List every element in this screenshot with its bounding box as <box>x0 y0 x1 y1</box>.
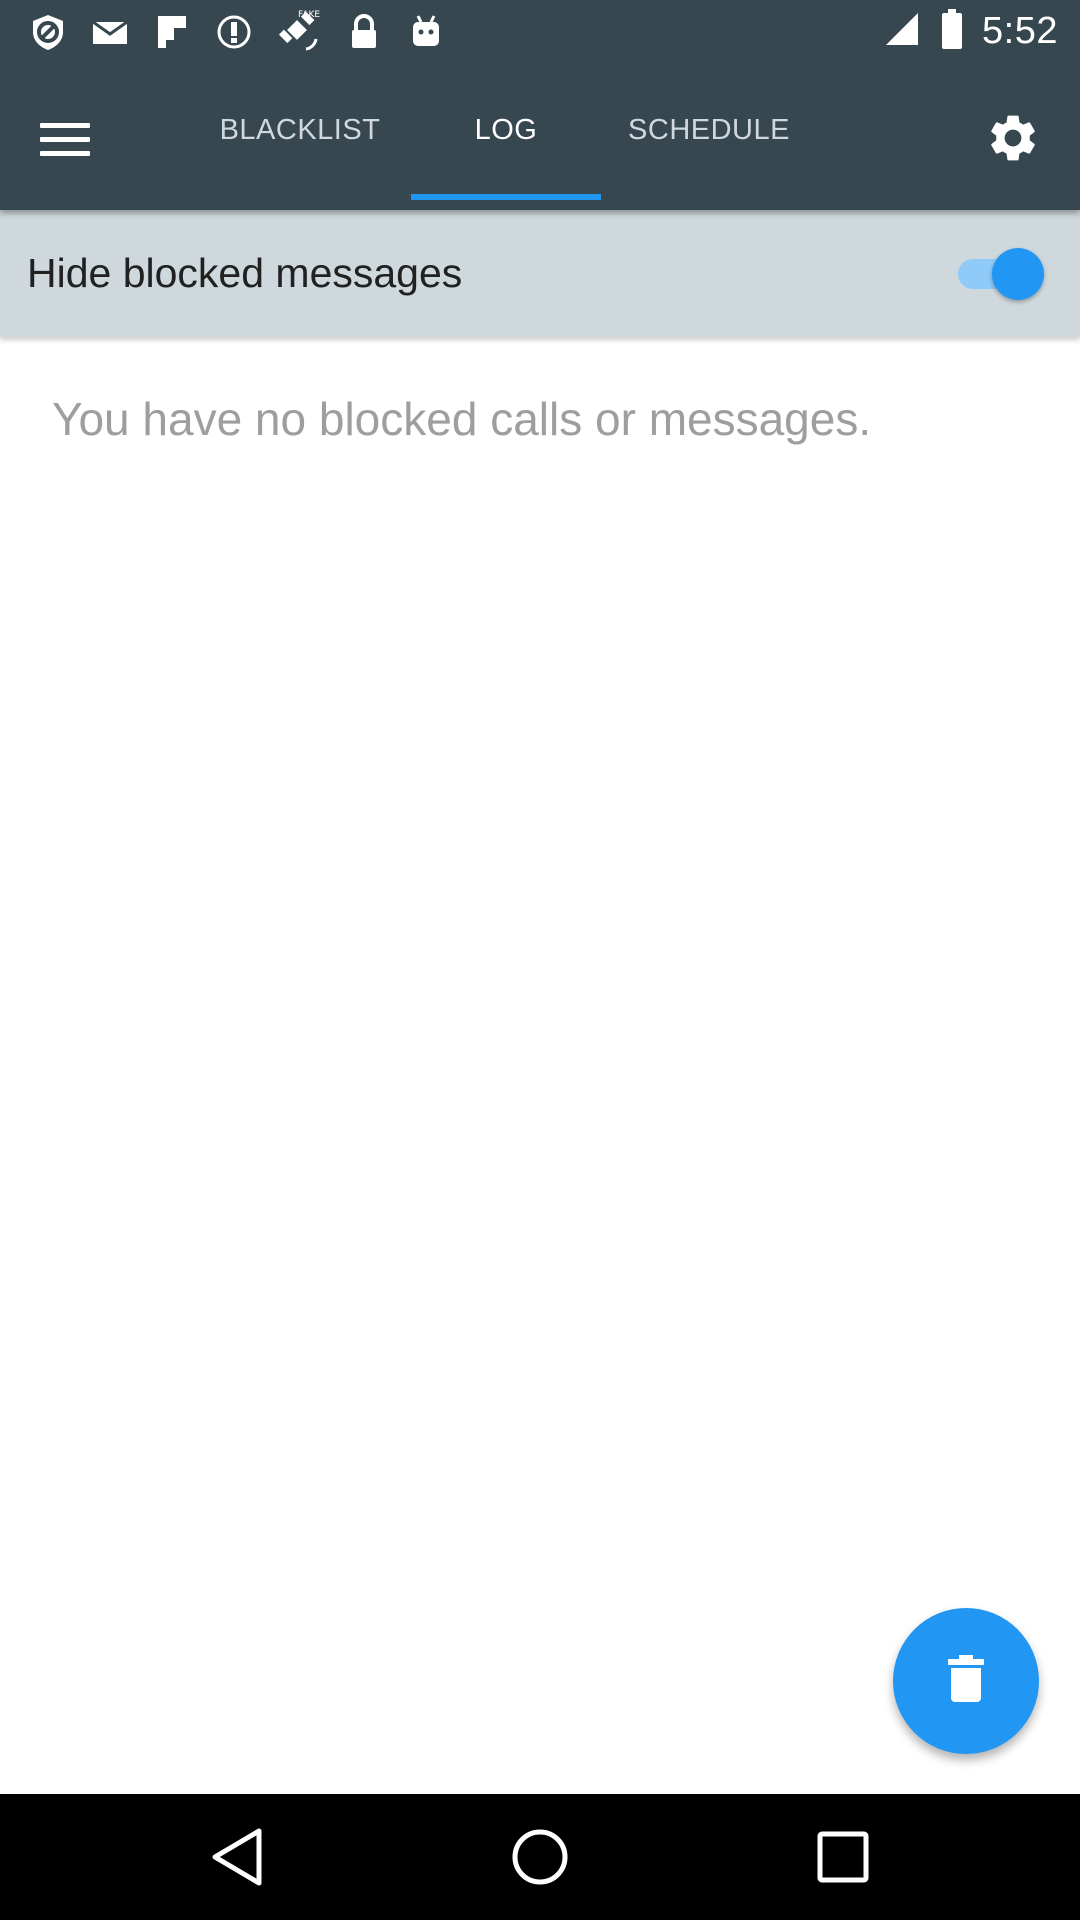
system-status: 5:52 <box>882 8 1058 54</box>
app-bar: BLACKLIST LOG SCHEDULE <box>0 63 1080 210</box>
home-icon[interactable] <box>505 1822 575 1892</box>
navigation-bar <box>0 1794 1080 1920</box>
delete-log-button[interactable] <box>893 1608 1039 1754</box>
hide-blocked-messages-label: Hide blocked messages <box>27 250 463 296</box>
info-circle-icon <box>214 12 254 52</box>
hamburger-menu-icon[interactable] <box>40 111 104 167</box>
trash-icon <box>947 1654 985 1708</box>
recents-icon[interactable] <box>808 1822 878 1892</box>
lock-icon <box>344 12 384 52</box>
empty-state-message: You have no blocked calls or messages. <box>52 393 872 445</box>
mail-icon <box>90 12 130 52</box>
svg-text:FAKE: FAKE <box>298 10 320 20</box>
gear-icon[interactable] <box>980 105 1046 171</box>
hide-blocked-messages-row[interactable]: Hide blocked messages <box>0 210 1080 337</box>
tab-log[interactable]: LOG <box>411 63 601 198</box>
active-tab-indicator <box>411 194 601 200</box>
fake-gps-icon: FAKE <box>276 9 322 55</box>
tab-blacklist[interactable]: BLACKLIST <box>198 63 402 198</box>
no-entry-icon <box>28 12 68 52</box>
tab-schedule[interactable]: SCHEDULE <box>615 63 803 198</box>
status-bar: FAKE 5:52 <box>0 0 1080 63</box>
flipboard-icon <box>152 12 192 52</box>
status-clock: 5:52 <box>982 9 1058 52</box>
battery-icon <box>940 8 964 55</box>
android-icon <box>406 12 446 52</box>
hide-blocked-messages-switch[interactable] <box>958 247 1048 300</box>
notification-icons: FAKE <box>28 10 446 54</box>
back-icon[interactable] <box>202 1822 272 1892</box>
signal-icon <box>882 9 922 54</box>
switch-thumb <box>992 248 1044 300</box>
